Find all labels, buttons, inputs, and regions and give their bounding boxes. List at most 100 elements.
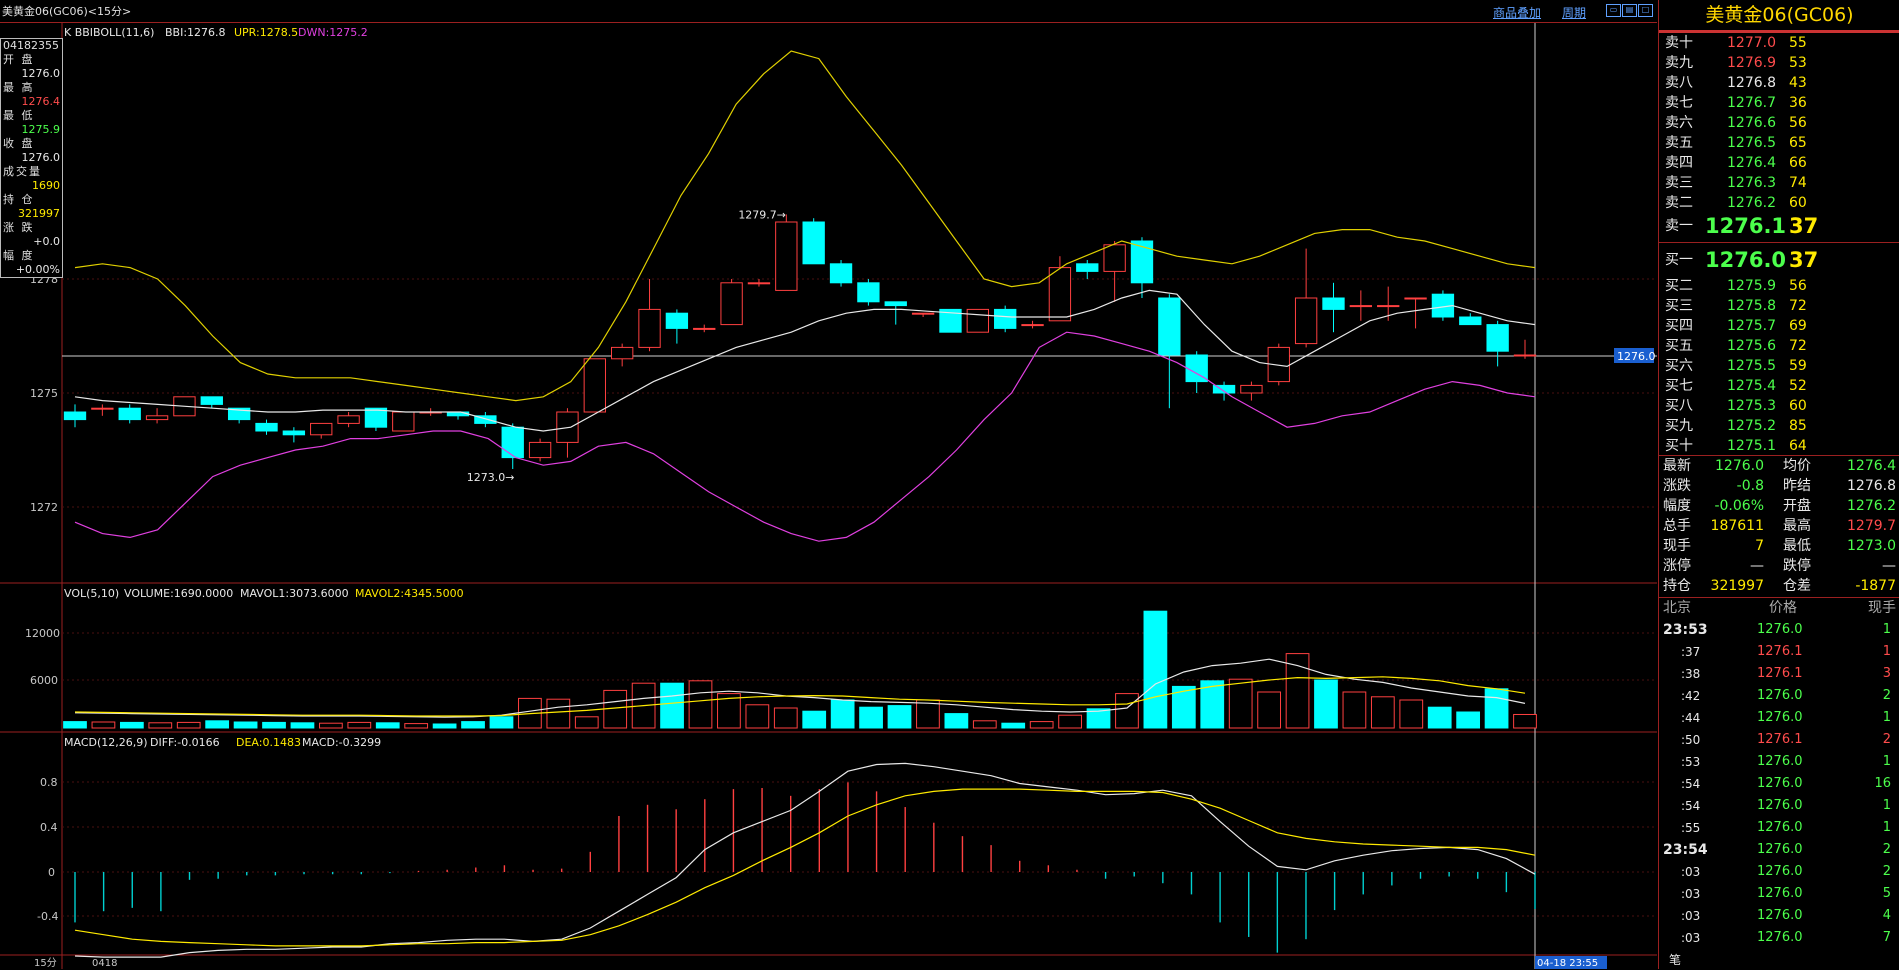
bid1-row[interactable]: 买一 1276.0 37 xyxy=(1659,248,1899,272)
candle-body xyxy=(966,308,990,333)
bid-row[interactable]: 买八 1275.3 60 xyxy=(1659,396,1899,416)
candle-body xyxy=(1486,324,1509,352)
tile-icon[interactable]: ▤ xyxy=(1622,4,1637,17)
info-label: 成交量 xyxy=(3,165,42,178)
overlay-commodity-link[interactable]: 商品叠加 xyxy=(1493,4,1541,21)
ask-row[interactable]: 卖七 1276.7 36 xyxy=(1659,93,1899,113)
ask-row[interactable]: 卖六 1276.6 56 xyxy=(1659,113,1899,133)
tick-qty: 1 xyxy=(1882,710,1891,725)
bid1-label: 买一 xyxy=(1665,252,1693,268)
restore-icon[interactable]: ▭ xyxy=(1606,4,1621,17)
bid1-price: 1276.0 xyxy=(1705,248,1787,272)
stat-value: 187611 xyxy=(1710,518,1764,534)
ask-label: 卖三 xyxy=(1665,175,1693,191)
bid-row[interactable]: 买二 1275.9 56 xyxy=(1659,276,1899,296)
candle-body xyxy=(994,308,1017,329)
bid-row[interactable]: 买三 1275.8 72 xyxy=(1659,296,1899,316)
stat-label: 昨结 xyxy=(1783,478,1811,494)
volume-bar xyxy=(546,698,571,729)
volume-label: VOLUME:1690.0000 xyxy=(124,587,233,600)
ask-row[interactable]: 卖八 1276.8 43 xyxy=(1659,73,1899,93)
bid-row[interactable]: 买七 1275.4 52 xyxy=(1659,376,1899,396)
bid-label: 买七 xyxy=(1665,378,1693,394)
candle-body xyxy=(337,415,360,424)
volume-bar xyxy=(1029,721,1054,729)
ask1-label: 卖一 xyxy=(1665,218,1693,234)
candle-body xyxy=(1048,267,1072,322)
ask-row[interactable]: 卖九 1276.9 53 xyxy=(1659,53,1899,73)
maximize-icon[interactable]: □ xyxy=(1638,4,1653,17)
bid-qty: 64 xyxy=(1789,438,1807,454)
tick-qty: 2 xyxy=(1882,688,1891,703)
bid-row[interactable]: 买四 1275.7 69 xyxy=(1659,316,1899,336)
bid-label: 买二 xyxy=(1665,278,1693,294)
bid-price: 1275.6 xyxy=(1727,338,1776,354)
info-value: +0.0 xyxy=(33,235,60,248)
ask-price: 1277.0 xyxy=(1727,35,1776,51)
tick-qty: 5 xyxy=(1882,886,1891,901)
ask-row[interactable]: 卖十 1277.0 55 xyxy=(1659,33,1899,53)
volume-bar xyxy=(830,699,855,729)
candle-body xyxy=(884,301,907,307)
tick-time: :53 xyxy=(1681,755,1701,769)
tick-row: :03 1276.0 7 xyxy=(1659,928,1899,948)
macd-y-tick: -0.4 xyxy=(37,910,58,923)
candle-body xyxy=(611,346,634,360)
stat-value: 7 xyxy=(1755,538,1764,554)
tick-row: :54 1276.0 16 xyxy=(1659,774,1899,794)
volume-bar xyxy=(119,721,144,729)
tick-row: 23:54 1276.0 2 xyxy=(1659,840,1899,860)
tick-row: :03 1276.0 2 xyxy=(1659,862,1899,882)
kline-y-tick: 1272 xyxy=(30,501,58,514)
quote-panel: 美黄金06(GC06) 卖十 1277.0 55 卖九 1276.9 53 卖八 1276.8… xyxy=(1658,0,1899,969)
tick-time: 23:54 xyxy=(1663,842,1708,858)
stat-value: 1276.0 xyxy=(1715,458,1764,474)
diff-line xyxy=(74,762,1536,958)
bid-row[interactable]: 买六 1275.5 59 xyxy=(1659,356,1899,376)
ask-qty: 56 xyxy=(1789,115,1807,131)
period-link[interactable]: 周期 xyxy=(1562,4,1586,21)
stat-label: 总手 xyxy=(1663,518,1691,534)
chart-canvas[interactable]: K BBIBOLL(11,6) BBI:1276.8 UPR:1278.5 DW… xyxy=(0,23,1657,969)
volume-bar xyxy=(1399,699,1424,729)
stat-row: 幅度 -0.06% 开盘 1276.2 xyxy=(1659,496,1899,516)
volume-bar xyxy=(1370,696,1395,729)
stat-label: 现手 xyxy=(1663,538,1691,554)
tick-price: 1276.0 xyxy=(1757,688,1803,703)
tick-row: :53 1276.0 1 xyxy=(1659,752,1899,772)
tick-qty: 2 xyxy=(1882,842,1891,857)
ask1-qty: 37 xyxy=(1789,214,1819,238)
tick-qty: 1 xyxy=(1882,644,1891,659)
low-annotation: 1273.0→ xyxy=(467,471,515,484)
macd-y-tick: 0 xyxy=(48,866,55,879)
ask-row[interactable]: 卖五 1276.5 65 xyxy=(1659,133,1899,153)
volume-bar xyxy=(1314,679,1338,729)
volume-bar xyxy=(1427,706,1452,729)
book-divider xyxy=(1659,242,1899,243)
tick-time: :44 xyxy=(1681,711,1701,725)
info-value: 1690 xyxy=(32,179,60,192)
tick-time: :54 xyxy=(1681,777,1701,791)
volume-bar xyxy=(290,722,315,729)
tick-qty: 4 xyxy=(1882,908,1891,923)
bid-row[interactable]: 买五 1275.6 72 xyxy=(1659,336,1899,356)
stat-value: 1276.4 xyxy=(1847,458,1896,474)
vol-y-tick: 12000 xyxy=(25,627,60,640)
ask-row[interactable]: 卖三 1276.3 74 xyxy=(1659,173,1899,193)
info-label: 最 低 xyxy=(3,109,35,122)
ask-row[interactable]: 卖二 1276.2 60 xyxy=(1659,193,1899,213)
volume-bar xyxy=(91,721,116,729)
ask-row[interactable]: 卖四 1276.4 66 xyxy=(1659,153,1899,173)
volume-bar xyxy=(972,720,997,729)
ticks-footer[interactable]: 笔 xyxy=(1659,950,1899,970)
tick-price: 1276.0 xyxy=(1757,622,1803,637)
bid-row[interactable]: 买九 1275.2 85 xyxy=(1659,416,1899,436)
ask1-row[interactable]: 卖一 1276.1 37 xyxy=(1659,214,1899,238)
tick-row: :50 1276.1 2 xyxy=(1659,730,1899,750)
bid-label: 买十 xyxy=(1665,438,1693,454)
tick-time: :42 xyxy=(1681,689,1701,703)
candle-body xyxy=(63,411,87,421)
volume-bar xyxy=(773,707,798,729)
bid-row[interactable]: 买十 1275.1 64 xyxy=(1659,436,1899,456)
candle-body xyxy=(1377,305,1400,308)
